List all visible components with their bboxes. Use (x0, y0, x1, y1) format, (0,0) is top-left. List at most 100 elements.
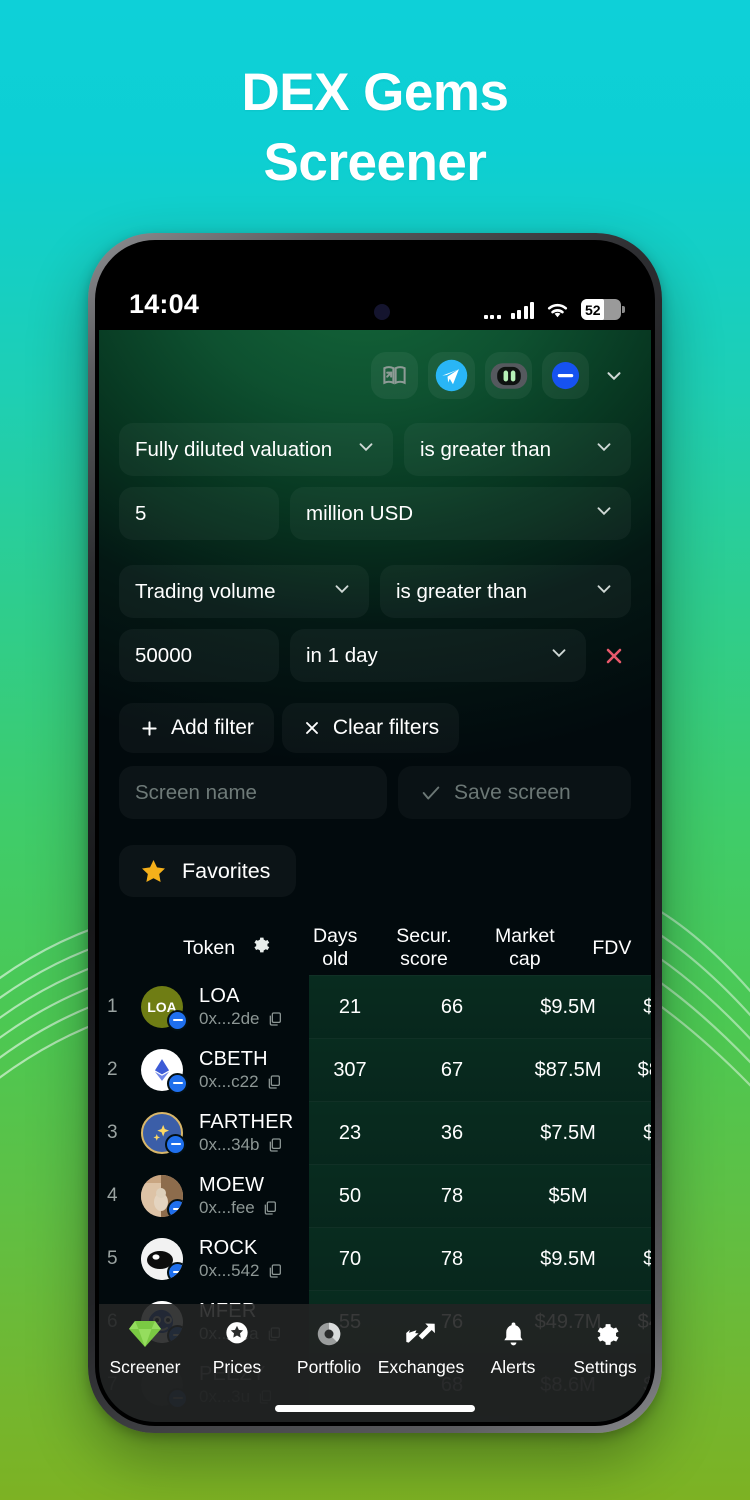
filter-operator-label-1: is greater than (420, 437, 552, 461)
poster-title: DEX Gems Screener (0, 58, 750, 199)
table-row[interactable]: 2 CBETH 0x...c22 307 67 $87.5M $ (99, 1038, 651, 1101)
donut-icon (314, 1317, 344, 1351)
close-icon (606, 648, 622, 663)
table-row-values: 307 67 $87.5M $87.5M (309, 1038, 651, 1101)
docs-icon (383, 366, 406, 385)
filter-metric-select-2[interactable]: Trading volume (119, 565, 369, 618)
table-cell-rank: 1 (107, 995, 118, 1017)
table-cell-security-score: 36 (440, 1121, 464, 1144)
chain-selector-button[interactable] (542, 352, 589, 399)
token-info: MOEW 0x...fee (199, 1174, 278, 1218)
telegram-button[interactable] (428, 352, 475, 399)
token-avatar (141, 1048, 188, 1094)
table-header-token-label: Token (183, 936, 236, 959)
table-cell-days-old: 70 (338, 1247, 362, 1270)
token-avatar (141, 1111, 186, 1155)
table-cell-fdv: $87.5M (637, 1058, 651, 1081)
filter-unit-select-2[interactable]: in 1 day (290, 629, 586, 682)
copy-icon[interactable] (267, 1263, 283, 1279)
battery-level: 52 (585, 301, 601, 318)
token-info: LOA 0x...2de (199, 985, 283, 1029)
filter-metric-select-1[interactable]: Fully diluted valuation (119, 423, 393, 476)
nav-item-settings[interactable]: Settings (559, 1317, 651, 1378)
nav-item-screener[interactable]: Screener (99, 1317, 191, 1378)
app-content: Fully diluted valuation is greater than (99, 330, 651, 1422)
filter-operator-select-2[interactable]: is greater than (380, 565, 631, 618)
screen-name-placeholder: Screen name (135, 780, 257, 804)
table-row[interactable]: 4 MOEW 0x...fee 50 78 $5M (99, 1164, 651, 1227)
column-settings-button[interactable] (249, 934, 271, 962)
table-cell-token: 1 LOA LOA 0x...2de (99, 985, 309, 1031)
table-cell-days-old: 23 (338, 1121, 362, 1144)
save-screen-bar: Screen name Save screen (99, 753, 651, 819)
signal-bars-icon (510, 301, 534, 319)
table-cell-rank: 4 (107, 1184, 118, 1206)
tabs-row: Favorites (99, 819, 651, 897)
table-header-days-old: Days old (313, 925, 358, 970)
token-symbol: MOEW (199, 1173, 265, 1196)
table-cell-rank: 5 (107, 1247, 118, 1269)
dynamic-island-area (279, 304, 485, 320)
poster: DEX Gems Screener 14:04 52 Fully diluted… (0, 0, 750, 1500)
nav-label-settings: Settings (573, 1357, 637, 1377)
chain-badge-icon (167, 1261, 183, 1280)
token-info: CBETH 0x...c22 (199, 1048, 282, 1092)
home-indicator (275, 1405, 475, 1412)
add-filter-button[interactable]: Add filter (119, 703, 274, 753)
copy-icon[interactable] (266, 1074, 282, 1090)
chain-dropdown-button[interactable] (599, 365, 629, 387)
table-cell-days-old: 307 (333, 1058, 367, 1081)
nav-item-prices[interactable]: Prices (191, 1317, 283, 1378)
plus-icon (142, 720, 157, 736)
nav-item-alerts[interactable]: Alerts (467, 1317, 559, 1378)
screen-name-input[interactable]: Screen name (119, 766, 387, 819)
tab-favorites[interactable]: Favorites (119, 845, 297, 897)
chain-badge-icon (167, 1009, 188, 1031)
table-cell-security-score: 78 (440, 1247, 464, 1270)
table-header-market-cap: Market cap (495, 925, 555, 970)
token-avatar (141, 1237, 183, 1280)
filter-metric-label-2: Trading volume (135, 579, 276, 603)
token-address: 0x...2de (199, 1009, 283, 1029)
filter-operator-label-2: is greater than (396, 579, 528, 603)
table-row[interactable]: 1 LOA LOA 0x...2de 21 66 $9.5M $ (99, 975, 651, 1038)
table-cell-rank: 2 (107, 1058, 118, 1080)
copy-icon[interactable] (267, 1137, 283, 1153)
copy-icon[interactable] (267, 1011, 283, 1027)
save-screen-button[interactable]: Save screen (398, 766, 631, 819)
chain-badge-icon (167, 1072, 188, 1094)
chevron-down-icon (331, 578, 353, 606)
phone-frame: 14:04 52 Fully diluted valuation is grea… (88, 233, 662, 1433)
token-address-text: 0x...fee (199, 1197, 255, 1217)
bot-button[interactable] (485, 352, 532, 399)
app-toolbar (99, 330, 651, 399)
status-time: 14:04 (129, 289, 200, 319)
star-icon (142, 859, 165, 882)
status-bar: 14:04 52 (99, 244, 651, 330)
table-cell-token: 2 CBETH 0x...c22 (99, 1048, 309, 1094)
chevron-down-icon (548, 642, 570, 670)
chevron-down-icon (607, 371, 621, 380)
table-row-values: 70 78 $9.5M $9.5M (309, 1227, 651, 1290)
token-address: 0x...c22 (199, 1072, 282, 1092)
remove-filter-button-2[interactable] (597, 644, 631, 668)
gear-icon (590, 1317, 621, 1351)
table-row[interactable]: 3 FARTHER 0x...34b 23 36 $7.5M $ (99, 1101, 651, 1164)
table-header-fdv: FDV (592, 936, 632, 959)
diamond-icon (128, 1317, 162, 1351)
filter-value-input-2[interactable]: 50000 (119, 629, 279, 682)
telegram-icon (435, 359, 468, 392)
nav-item-exchanges[interactable]: Exchanges (375, 1317, 467, 1378)
nav-item-portfolio[interactable]: Portfolio (283, 1317, 375, 1378)
clear-filters-button[interactable]: Clear filters (281, 703, 460, 753)
table-row[interactable]: 5 ROCK 0x...542 70 78 $9.5M $ (99, 1227, 651, 1290)
copy-icon[interactable] (262, 1200, 278, 1216)
filter-value-input-1[interactable]: 5 (119, 487, 279, 540)
battery-icon: 52 (581, 299, 625, 320)
token-address: 0x...34b (199, 1135, 293, 1155)
filter-unit-select-1[interactable]: million USD (290, 487, 631, 540)
filter-operator-select-1[interactable]: is greater than (404, 423, 631, 476)
arrows-icon (405, 1317, 437, 1351)
docs-button[interactable] (371, 352, 418, 399)
table-cell-fdv: $7.5M (643, 1121, 651, 1144)
